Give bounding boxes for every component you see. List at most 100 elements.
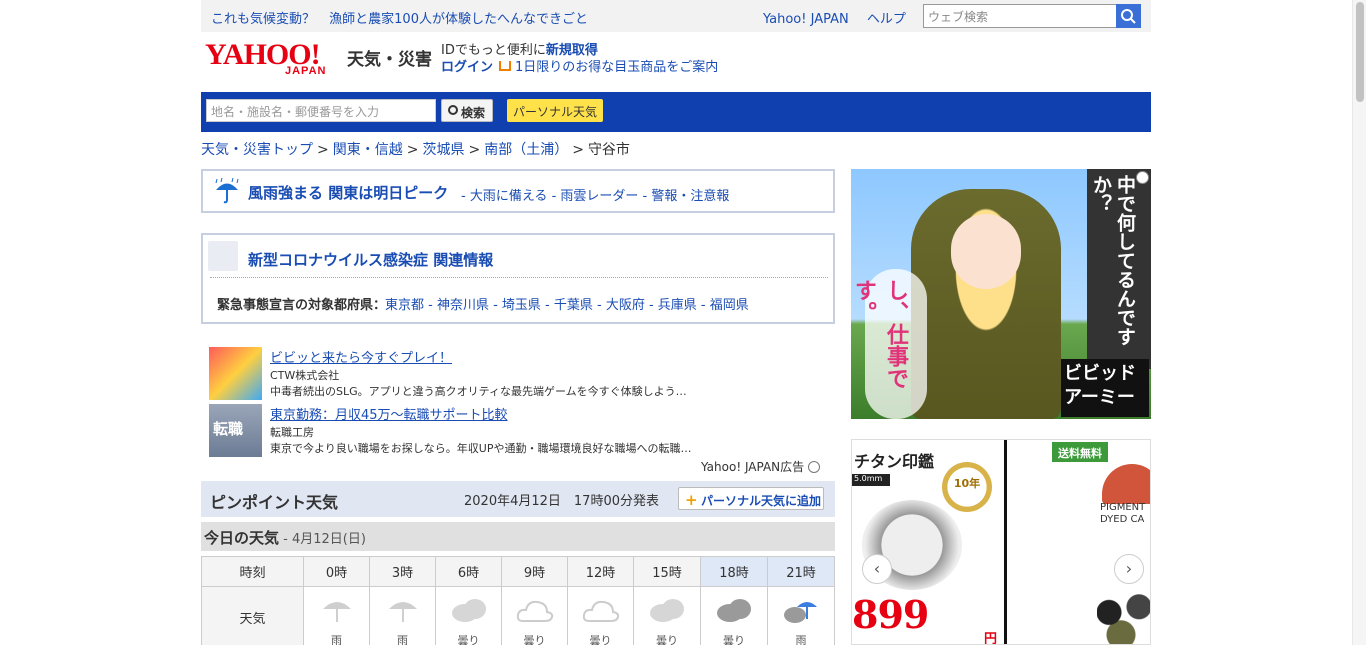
today-header: 今日の天気 - 4月12日(日) xyxy=(201,522,835,551)
top-strip: これも気候変動？ 漁師と農家100人が体験したへんなできごと Yahoo! JA… xyxy=(201,0,1151,32)
logo-sub: JAPAN xyxy=(285,65,327,77)
hour-cell: 3時 xyxy=(369,556,436,587)
ad-title[interactable]: ビビッと来たら今すぐプレイ！ xyxy=(270,347,452,366)
hour-cell: 15時 xyxy=(633,556,701,587)
promo-link[interactable]: これも気候変動？ 漁師と農家100人が体験したへんなできごと xyxy=(211,8,598,27)
promo-text-2[interactable]: 漁師と農家100人が体験したへんなできごと xyxy=(329,12,588,27)
yahoo-logo[interactable]: YAHOO! JAPAN xyxy=(205,38,345,80)
promo-text-1[interactable]: これも気候変動？ xyxy=(211,12,315,27)
scrollbar-thumb[interactable] xyxy=(1356,2,1364,102)
add-personal-weather-button[interactable]: + パーソナル天気に追加 xyxy=(678,487,824,510)
free-shipping-badge: 送料無料 xyxy=(1052,442,1108,462)
price-yen: 円 xyxy=(984,632,998,645)
cap-image xyxy=(1102,464,1150,504)
character-face xyxy=(951,214,1021,289)
storm-alert-title[interactable]: 風雨強まる 関東は明日ピーク xyxy=(248,182,448,203)
pinpoint-issued: 2020年4月12日 17時00分発表 xyxy=(464,494,659,509)
virus-icon xyxy=(208,241,238,271)
condition-label: 曇り xyxy=(656,634,678,645)
condition-label: 曇り xyxy=(457,634,480,645)
condition-label: 雨 xyxy=(795,634,807,645)
breadcrumb-current: 守谷市 xyxy=(587,142,630,158)
condition-label: 曇り xyxy=(723,634,745,645)
ad-description: 中毒者続出のSLG。アプリと違う高クオリティな最先端ゲームを今すぐ体験しよう… xyxy=(270,385,687,398)
ad-thumbnail-text: 転職 xyxy=(213,420,244,438)
web-search-input[interactable]: ウェブ検索 xyxy=(923,4,1141,28)
condition-label: 雨 xyxy=(397,634,408,645)
search-icon xyxy=(1121,9,1136,24)
size-tag: 5.0mm xyxy=(852,474,890,486)
hour-cell: 6時 xyxy=(435,556,502,587)
covid-info-box: 新型コロナウイルス感染症 関連情報 緊急事態宣言の対象都府県： 東京都 - 神奈… xyxy=(201,233,835,324)
prefecture-links[interactable]: 東京都 - 神奈川県 - 埼玉県 - 千葉県 - 大阪府 - 兵庫県 - 福岡県 xyxy=(385,294,749,313)
cloud-outline-icon xyxy=(516,600,553,622)
carousel-next-button[interactable]: › xyxy=(1114,554,1144,584)
weather-cell: 雨 xyxy=(767,586,835,645)
cloud-icon xyxy=(717,599,751,622)
ad-company: 転職工房 xyxy=(270,426,314,439)
register-link[interactable]: 新規取得 xyxy=(546,43,598,58)
hour-cell: 0時 xyxy=(303,556,370,587)
umbrella-icon xyxy=(388,602,417,622)
emergency-label: 緊急事態宣言の対象都府県： xyxy=(217,294,386,313)
location-search-input[interactable]: 地名・施設名・郵便番号を入力 xyxy=(206,99,436,122)
ad-title[interactable]: 東京勤務：月収45万〜転職サポート比較 xyxy=(270,404,508,423)
ad-banner-game[interactable]: し、仕事です。 中で何してるんですか？ ビビッドアーミー xyxy=(851,169,1151,419)
location-search-bar: 地名・施設名・郵便番号を入力 検索 パーソナル天気 xyxy=(201,92,1151,132)
divider xyxy=(210,277,828,278)
breadcrumb-item[interactable]: 関東・信越 xyxy=(333,142,403,158)
cloud-icon xyxy=(451,599,486,622)
cloud-icon xyxy=(650,599,684,622)
carousel-prev-button[interactable]: ‹ xyxy=(862,554,892,584)
storm-alert-links[interactable]: - 大雨に備える - 雨雲レーダー - 警報・注意報 xyxy=(461,185,729,204)
weather-cell: 曇り xyxy=(501,586,568,645)
weather-cell: 雨 xyxy=(303,586,370,645)
breadcrumb-separator: > xyxy=(406,142,419,158)
id-prompt: IDでもっと便利に xyxy=(441,43,546,58)
breadcrumb-item[interactable]: 茨城県 xyxy=(422,142,464,158)
today-date: - 4月12日(日) xyxy=(279,532,366,547)
today-title-text: 今日の天気 xyxy=(204,529,280,547)
pinpoint-title: ピンポイント天気 xyxy=(210,493,339,512)
hourly-forecast-table: 時刻 0時 3時 6時 9時 12時 15時 18時 21時 天気 雨 雨 曇り… xyxy=(201,556,835,645)
location-search-button[interactable]: 検索 xyxy=(441,99,493,122)
breadcrumb-item[interactable]: 天気・災害トップ xyxy=(201,142,313,158)
breadcrumb-item[interactable]: 南部（土浦） xyxy=(484,142,568,158)
plus-icon: + xyxy=(685,491,698,509)
emergency-label-text: 緊急事態宣言の対象都府県 xyxy=(217,298,374,313)
ad-company: CTW株式会社 xyxy=(270,369,340,382)
storm-alert-box: 風雨強まる 関東は明日ピーク - 大雨に備える - 雨雲レーダー - 警報・注意… xyxy=(201,169,835,213)
web-search-button[interactable] xyxy=(1116,4,1141,28)
banner-catchphrase: し、仕事です。 xyxy=(851,269,927,419)
ad-label[interactable]: Yahoo! JAPAN広告 xyxy=(701,458,821,475)
breadcrumb-separator: > xyxy=(572,142,584,158)
covid-info-title[interactable]: 新型コロナウイルス感染症 関連情報 xyxy=(248,249,493,270)
umbrella-rain-icon xyxy=(215,177,239,204)
banner-vertical-text: 中で何してるんですか？ xyxy=(1087,169,1151,369)
personal-weather-button[interactable]: パーソナル天気 xyxy=(507,99,603,122)
seal-product[interactable]: チタン印鑑 5.0mm 10年 899 円 xyxy=(852,440,1007,645)
yahoo-japan-link[interactable]: Yahoo! JAPAN xyxy=(763,12,849,27)
ad-thumbnail[interactable]: 転職 xyxy=(209,404,262,457)
breadcrumb-separator: > xyxy=(468,142,481,158)
scrollbar[interactable] xyxy=(1352,0,1366,645)
login-link[interactable]: ログイン xyxy=(441,60,493,75)
hour-cell: 9時 xyxy=(501,556,568,587)
help-link[interactable]: ヘルプ xyxy=(867,12,906,27)
cloud-outline-icon xyxy=(582,600,619,622)
ad-info-icon[interactable] xyxy=(1136,171,1149,184)
condition-label: 曇り xyxy=(589,634,612,645)
deal-link[interactable]: 1日限りのお得な目玉商品をご案内 xyxy=(515,60,718,75)
umbrella-icon xyxy=(322,602,351,622)
add-personal-label: パーソナル天気に追加 xyxy=(701,494,822,508)
info-icon[interactable] xyxy=(808,461,821,473)
condition-label: 雨 xyxy=(331,634,342,645)
weather-cell: 曇り xyxy=(435,586,502,645)
weather-cell: 曇り xyxy=(633,586,701,645)
product-title: チタン印鑑 xyxy=(854,452,935,471)
time-label: 時刻 xyxy=(201,556,304,587)
ad-thumbnail[interactable] xyxy=(209,347,262,400)
header-info: IDでもっと便利に新規取得 ログイン 1日限りのお得な目玉商品をご案内 xyxy=(441,42,718,76)
ad-banner-carousel[interactable]: チタン印鑑 5.0mm 10年 899 円 送料無料 PIGMENT DYED … xyxy=(851,439,1151,645)
service-name[interactable]: 天気・災害 xyxy=(347,45,432,70)
